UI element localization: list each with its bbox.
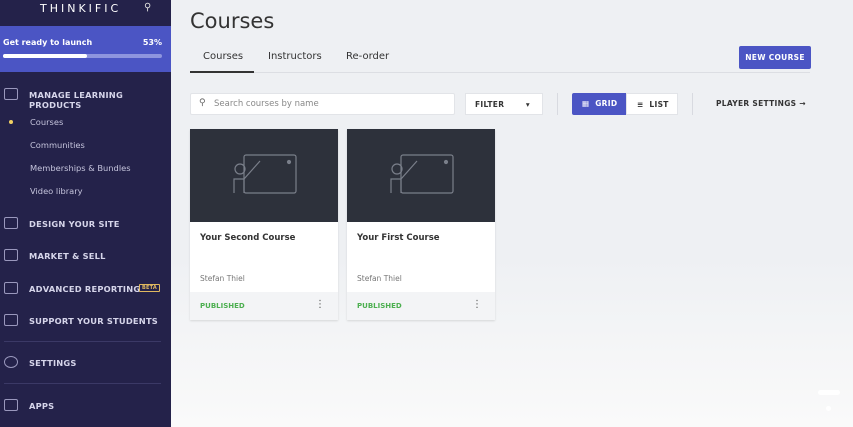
- divider: [557, 93, 558, 115]
- status-badge: PUBLISHED: [200, 302, 245, 310]
- beta-badge: BETA: [139, 284, 160, 292]
- teacher-icon: [390, 154, 454, 194]
- logo: THINKIFIC: [40, 2, 122, 15]
- more-options-icon[interactable]: ⋮: [472, 299, 482, 310]
- launch-title: Get ready to launch: [3, 38, 93, 47]
- chat-widget-handle[interactable]: [818, 390, 840, 395]
- course-thumbnail: [190, 129, 338, 222]
- progress-bar: [3, 54, 162, 58]
- presentation-icon: [4, 249, 18, 261]
- status-badge: PUBLISHED: [357, 302, 402, 310]
- grid-view-button[interactable]: ▦ GRID: [572, 93, 626, 115]
- divider: [692, 93, 693, 115]
- tab-divider: [190, 72, 810, 73]
- course-card[interactable]: Your Second Course Stefan Thiel PUBLISHE…: [190, 129, 338, 320]
- list-view-button[interactable]: ≡ LIST: [626, 93, 678, 115]
- page-title: Courses: [190, 9, 275, 33]
- search-icon: ⚲: [199, 98, 206, 108]
- new-course-button[interactable]: NEW COURSE: [739, 46, 811, 69]
- launch-percent: 53%: [142, 38, 162, 47]
- nav-market-sell[interactable]: MARKET & SELL: [0, 247, 171, 267]
- filter-dropdown[interactable]: FILTER ▾: [465, 93, 543, 115]
- users-icon: [4, 314, 18, 326]
- course-author: Stefan Thiel: [357, 274, 402, 283]
- course-title[interactable]: Your First Course: [357, 233, 440, 243]
- nav-courses[interactable]: Courses: [30, 117, 63, 127]
- nav-advanced-reporting[interactable]: ADVANCED REPORTING BETA: [0, 280, 171, 300]
- active-dot: [9, 120, 13, 124]
- chat-widget-dot[interactable]: [826, 406, 831, 411]
- caret-down-icon: ▾: [525, 100, 530, 109]
- search-input[interactable]: ⚲ Search courses by name: [190, 93, 455, 115]
- tab-instructors[interactable]: Instructors: [268, 51, 322, 62]
- nav-video-library[interactable]: Video library: [30, 186, 83, 196]
- launch-progress[interactable]: Get ready to launch 53%: [0, 26, 171, 72]
- active-tab-indicator: [190, 71, 254, 73]
- divider: [4, 341, 161, 342]
- nav-design-your-site[interactable]: DESIGN YOUR SITE: [0, 215, 171, 235]
- search-icon[interactable]: ⚲: [144, 2, 151, 13]
- layout-icon: [4, 217, 18, 229]
- report-icon: [4, 282, 18, 294]
- plug-icon: [4, 399, 18, 411]
- more-options-icon[interactable]: ⋮: [315, 299, 325, 310]
- main-content: Courses Courses Instructors Re-order NEW…: [171, 0, 853, 427]
- tab-courses[interactable]: Courses: [203, 51, 243, 62]
- nav-settings[interactable]: SETTINGS: [0, 354, 171, 374]
- course-author: Stefan Thiel: [200, 274, 245, 283]
- nav-support-your-students[interactable]: SUPPORT YOUR STUDENTS: [0, 312, 171, 332]
- nav-communities[interactable]: Communities: [30, 140, 85, 150]
- course-card[interactable]: Your First Course Stefan Thiel PUBLISHED…: [347, 129, 495, 320]
- grid-icon: ▦: [582, 99, 590, 108]
- player-settings-link[interactable]: PLAYER SETTINGS →: [716, 99, 806, 108]
- edit-icon: [4, 88, 18, 100]
- nav-manage-learning-products[interactable]: MANAGE LEARNING PRODUCTS: [0, 86, 171, 110]
- gear-icon: [4, 356, 18, 368]
- tab-reorder[interactable]: Re-order: [346, 51, 389, 62]
- arrow-right-icon: →: [799, 99, 806, 108]
- nav-apps[interactable]: APPS: [0, 397, 171, 417]
- course-thumbnail: [347, 129, 495, 222]
- course-title[interactable]: Your Second Course: [200, 233, 295, 243]
- nav-memberships-bundles[interactable]: Memberships & Bundles: [30, 163, 131, 173]
- divider: [4, 383, 161, 384]
- list-icon: ≡: [637, 100, 644, 109]
- teacher-icon: [233, 154, 297, 194]
- sidebar: THINKIFIC ⚲ Get ready to launch 53% MANA…: [0, 0, 171, 427]
